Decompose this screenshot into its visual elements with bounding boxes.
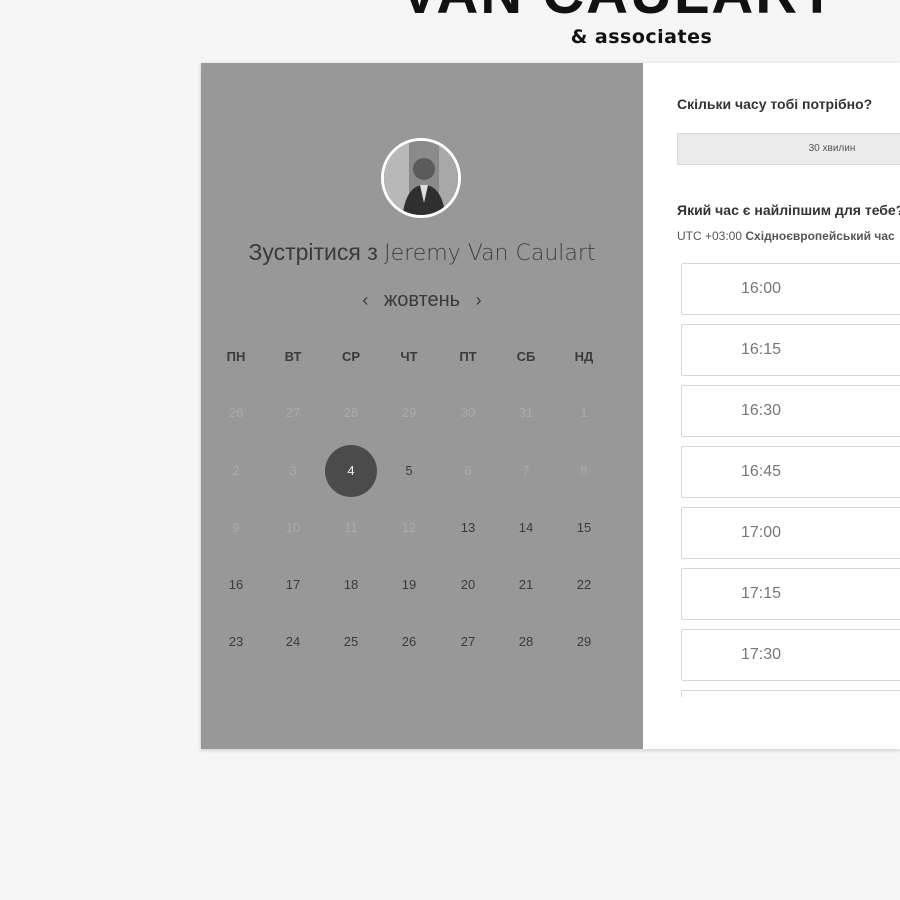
calendar-day[interactable]: 21 <box>506 576 546 594</box>
calendar-day[interactable]: 13 <box>448 519 488 537</box>
calendar-day[interactable]: 15 <box>564 519 604 537</box>
weekday-label: НД <box>574 349 594 364</box>
booking-card: Зустрітися з Jeremy Van Caulart ‹ жовтен… <box>201 63 900 749</box>
calendar-day: 31 <box>518 405 534 420</box>
duration-question: Скільки часу тобі потрібно? <box>677 96 873 112</box>
calendar-day: 12 <box>401 520 417 535</box>
calendar-panel: Зустрітися з Jeremy Van Caulart ‹ жовтен… <box>201 63 643 749</box>
calendar-day[interactable]: 5 <box>389 462 429 480</box>
calendar-day: 3 <box>289 463 297 478</box>
calendar-day[interactable]: 23 <box>216 633 256 651</box>
weekday-label: ПТ <box>459 349 477 364</box>
calendar-day: 30 <box>460 405 476 420</box>
weekday-label: СБ <box>516 349 536 364</box>
timezone-offset: UTC +03:00 <box>677 229 743 243</box>
timezone-name: Східноєвропейський час <box>745 229 895 243</box>
time-slot[interactable]: 16:30 <box>681 385 900 437</box>
chevron-left-icon[interactable]: ‹ <box>352 290 378 311</box>
calendar-day[interactable]: 18 <box>331 576 371 594</box>
calendar-day[interactable]: 29 <box>564 633 604 651</box>
calendar-day: 2 <box>232 463 240 478</box>
calendar-day: 28 <box>343 405 359 420</box>
avatar-photo <box>384 141 458 215</box>
calendar-day[interactable]: 14 <box>506 519 546 537</box>
time-slot[interactable]: 16:00 <box>681 263 900 315</box>
weekday-header: ПН ВТ СР ЧТ ПТ СБ НД <box>207 349 643 367</box>
host-name: Jeremy Van Caulart <box>384 241 596 266</box>
calendar-day[interactable]: 28 <box>506 633 546 651</box>
duration-select[interactable]: 30 хвилин <box>677 133 900 165</box>
calendar-day[interactable]: 19 <box>389 576 429 594</box>
avatar <box>381 138 461 218</box>
calendar-day[interactable]: 16 <box>216 576 256 594</box>
time-slot[interactable]: 17:00 <box>681 507 900 559</box>
calendar-day: 9 <box>232 520 240 535</box>
calendar-day: 26 <box>228 405 244 420</box>
weekday-label: ПН <box>226 349 246 364</box>
calendar-day[interactable]: 17 <box>273 576 313 594</box>
weekday-label: ЧТ <box>400 349 418 364</box>
calendar-day[interactable]: 22 <box>564 576 604 594</box>
brand-subtitle: & associates <box>570 26 713 48</box>
month-label: жовтень <box>383 289 461 311</box>
time-panel: Скільки часу тобі потрібно? 30 хвилин Як… <box>643 63 900 749</box>
time-slot[interactable]: 17:15 <box>681 568 900 620</box>
calendar-day: 29 <box>401 405 417 420</box>
timezone-label[interactable]: UTC +03:00 Східноєвропейський час <box>677 229 895 243</box>
brand-header: VAN CAULART & associates <box>0 0 900 60</box>
calendar-day: 8 <box>580 463 588 478</box>
time-slot[interactable]: 16:15 <box>681 324 900 376</box>
month-nav: ‹ жовтень › <box>201 289 643 312</box>
calendar-day[interactable]: 27 <box>448 633 488 651</box>
weekday-label: ВТ <box>284 349 302 364</box>
time-slot-list[interactable]: 16:00 16:15 16:30 16:45 17:00 17:15 17:30 17:45 <box>681 263 900 697</box>
time-slot[interactable]: 16:45 <box>681 446 900 498</box>
calendar-day: 7 <box>522 463 530 478</box>
calendar-day[interactable]: 24 <box>273 633 313 651</box>
chevron-right-icon[interactable]: › <box>466 290 492 311</box>
calendar-day[interactable]: 25 <box>331 633 371 651</box>
calendar-day: 1 <box>580 405 588 420</box>
time-question: Який час є найліпшим для тебе? <box>677 202 900 218</box>
calendar-day[interactable]: 20 <box>448 576 488 594</box>
time-slot[interactable]: 17:30 <box>681 629 900 681</box>
calendar-day: 11 <box>344 520 358 535</box>
weekday-label: СР <box>341 349 361 364</box>
calendar-day: 10 <box>285 520 301 535</box>
time-slot[interactable]: 17:45 <box>681 690 900 697</box>
calendar-day[interactable]: 26 <box>389 633 429 651</box>
calendar-day: 6 <box>464 463 472 478</box>
brand-title: VAN CAULART <box>400 0 837 27</box>
meeting-prefix: Зустрітися з <box>248 239 378 265</box>
calendar-day-selected[interactable]: 4 <box>325 445 377 497</box>
calendar-day: 27 <box>285 405 301 420</box>
meeting-title: Зустрітися з Jeremy Van Caulart <box>201 239 643 266</box>
